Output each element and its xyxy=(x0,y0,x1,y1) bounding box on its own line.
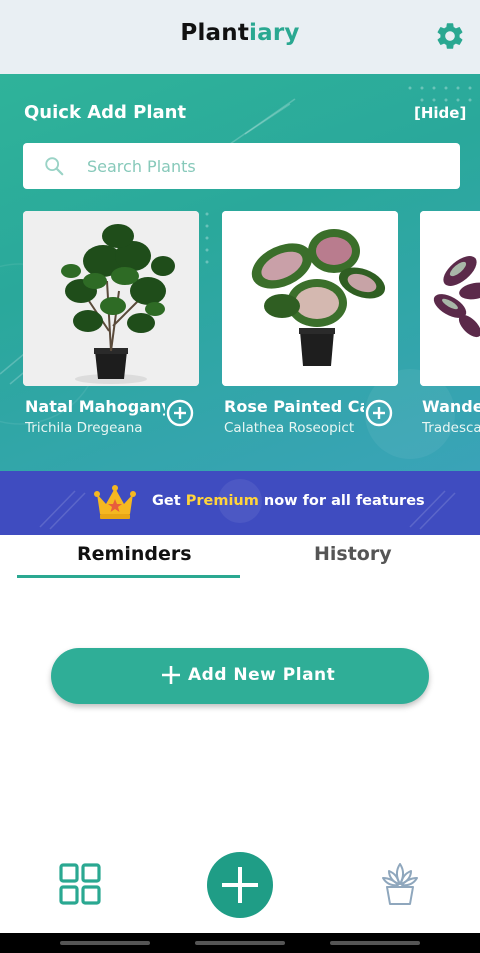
plus-icon xyxy=(222,867,258,903)
potted-plant-icon[interactable] xyxy=(381,862,419,906)
plant-image-natal-mahogany xyxy=(23,211,199,386)
plant-scientific-name: Calathea Roseopicta xyxy=(224,420,354,436)
plant-card[interactable]: Natal Mahogany Trichila Dregeana xyxy=(23,211,199,436)
plantiary-screen: Plantiary Quick Add Plant [Hide] Search … xyxy=(0,0,480,953)
premium-text-before: Get xyxy=(152,493,186,509)
search-bar xyxy=(23,143,460,189)
tab-history[interactable]: History xyxy=(314,543,392,565)
premium-banner[interactable]: Get Premium now for all features xyxy=(0,471,480,535)
hide-quick-add-link[interactable]: [Hide] xyxy=(414,104,466,122)
premium-text-after: now for all features xyxy=(258,493,425,509)
plant-name: Natal Mahogany xyxy=(25,397,165,416)
app-title: Plantiary xyxy=(0,20,480,46)
add-plant-icon[interactable] xyxy=(166,399,194,427)
crown-icon xyxy=(94,485,136,519)
plant-image-rose-painted-calathea xyxy=(222,211,398,386)
plant-scientific-name: Tradescantia xyxy=(422,420,480,436)
add-plant-fab[interactable] xyxy=(207,852,273,918)
add-new-plant-button[interactable]: Add New Plant xyxy=(51,648,429,704)
add-plant-icon[interactable] xyxy=(365,399,393,427)
plant-name: Rose Painted Calathea xyxy=(224,397,364,416)
app-title-part2: iary xyxy=(249,20,300,46)
add-new-plant-label: Add New Plant xyxy=(188,665,336,685)
grid-icon[interactable] xyxy=(59,863,101,905)
search-plants-input[interactable] xyxy=(87,143,437,189)
active-tab-indicator xyxy=(17,575,240,578)
plant-name: Wandering Jew xyxy=(422,397,480,416)
gear-icon[interactable] xyxy=(434,20,466,52)
plus-icon xyxy=(162,666,180,684)
system-navigation-bar xyxy=(0,933,480,953)
quick-add-title: Quick Add Plant xyxy=(24,102,187,123)
app-title-part1: Plant xyxy=(180,20,250,46)
plant-card[interactable]: Rose Painted Calathea Calathea Roseopict… xyxy=(222,211,398,436)
premium-highlight: Premium xyxy=(185,493,259,509)
premium-text: Get Premium now for all features xyxy=(152,493,425,509)
search-icon xyxy=(45,157,64,176)
quick-add-section: Quick Add Plant [Hide] Search Plants Nat… xyxy=(0,74,480,471)
plant-card[interactable]: Wandering Jew Tradescantia xyxy=(420,211,480,436)
plant-scientific-name: Trichila Dregeana xyxy=(25,420,143,436)
tab-reminders[interactable]: Reminders xyxy=(77,543,192,565)
plant-image-wandering-jew xyxy=(420,211,480,386)
app-header: Plantiary xyxy=(0,0,480,74)
